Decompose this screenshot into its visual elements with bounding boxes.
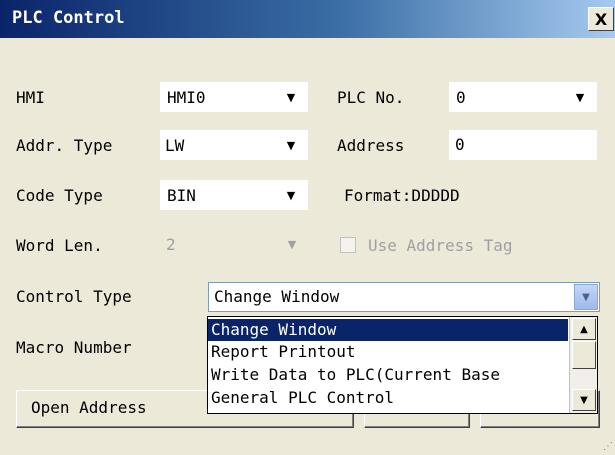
chevron-down-icon: ▼: [287, 237, 297, 251]
use-address-tag-checkbox: [340, 237, 356, 253]
dropdown-option[interactable]: Report Printout: [208, 341, 568, 363]
code-type-combo[interactable]: BIN ▼: [160, 180, 308, 210]
address-input-value: 0: [455, 135, 465, 154]
chevron-down-icon[interactable]: ▼: [281, 185, 301, 205]
format-text: Format:DDDDD: [344, 186, 460, 205]
addr-type-label: Addr. Type: [16, 136, 113, 155]
scrollbar-thumb[interactable]: [572, 341, 596, 369]
addr-type-combo-value: LW: [165, 136, 185, 155]
dropdown-option[interactable]: General PLC Control: [208, 387, 568, 409]
close-button[interactable]: X: [588, 7, 614, 31]
plc-no-label: PLC No.: [337, 88, 405, 107]
word-len-combo-value: 2: [166, 235, 176, 254]
word-len-combo: 2 ▼: [160, 230, 308, 260]
dropdown-option[interactable]: Change Window: [208, 319, 568, 341]
control-type-label: Control Type: [16, 287, 132, 306]
chevron-down-icon[interactable]: ▼: [570, 87, 590, 107]
open-address-button-label: Open Address: [31, 398, 147, 417]
address-label: Address: [337, 136, 405, 155]
use-address-tag-label: Use Address Tag: [368, 236, 513, 255]
hmi-combo[interactable]: HMI0 ▼: [160, 82, 308, 112]
control-type-combo[interactable]: Change Window ▼: [208, 282, 600, 312]
plc-no-combo[interactable]: 0 ▼: [449, 82, 597, 112]
code-type-combo-value: BIN: [167, 186, 196, 205]
title-bar: PLC Control X: [0, 0, 615, 38]
resize-grip-icon[interactable]: ⋰: [601, 441, 613, 453]
dropdown-option[interactable]: Write Data to PLC(Current Base: [208, 364, 568, 386]
control-type-dropdown-list[interactable]: Change Window Report Printout Write Data…: [207, 316, 598, 414]
scroll-up-icon[interactable]: ▲: [572, 318, 596, 340]
word-len-label: Word Len.: [16, 236, 103, 255]
hmi-label: HMI: [16, 88, 45, 107]
dropdown-scrollbar[interactable]: ▲ ▼: [569, 317, 597, 413]
close-icon: X: [594, 9, 608, 29]
scroll-down-icon[interactable]: ▼: [572, 389, 596, 411]
plc-no-combo-value: 0: [456, 88, 466, 107]
addr-type-combo[interactable]: LW ▼: [160, 130, 308, 160]
hmi-combo-value: HMI0: [167, 88, 206, 107]
chevron-down-icon[interactable]: ▼: [281, 87, 301, 107]
window-title: PLC Control: [12, 8, 125, 28]
macro-number-label: Macro Number: [16, 338, 132, 357]
control-type-combo-value: Change Window: [214, 287, 340, 306]
chevron-down-icon[interactable]: ▼: [281, 135, 301, 155]
address-input[interactable]: 0: [449, 130, 597, 160]
chevron-down-icon[interactable]: ▼: [574, 284, 598, 310]
code-type-label: Code Type: [16, 186, 103, 205]
